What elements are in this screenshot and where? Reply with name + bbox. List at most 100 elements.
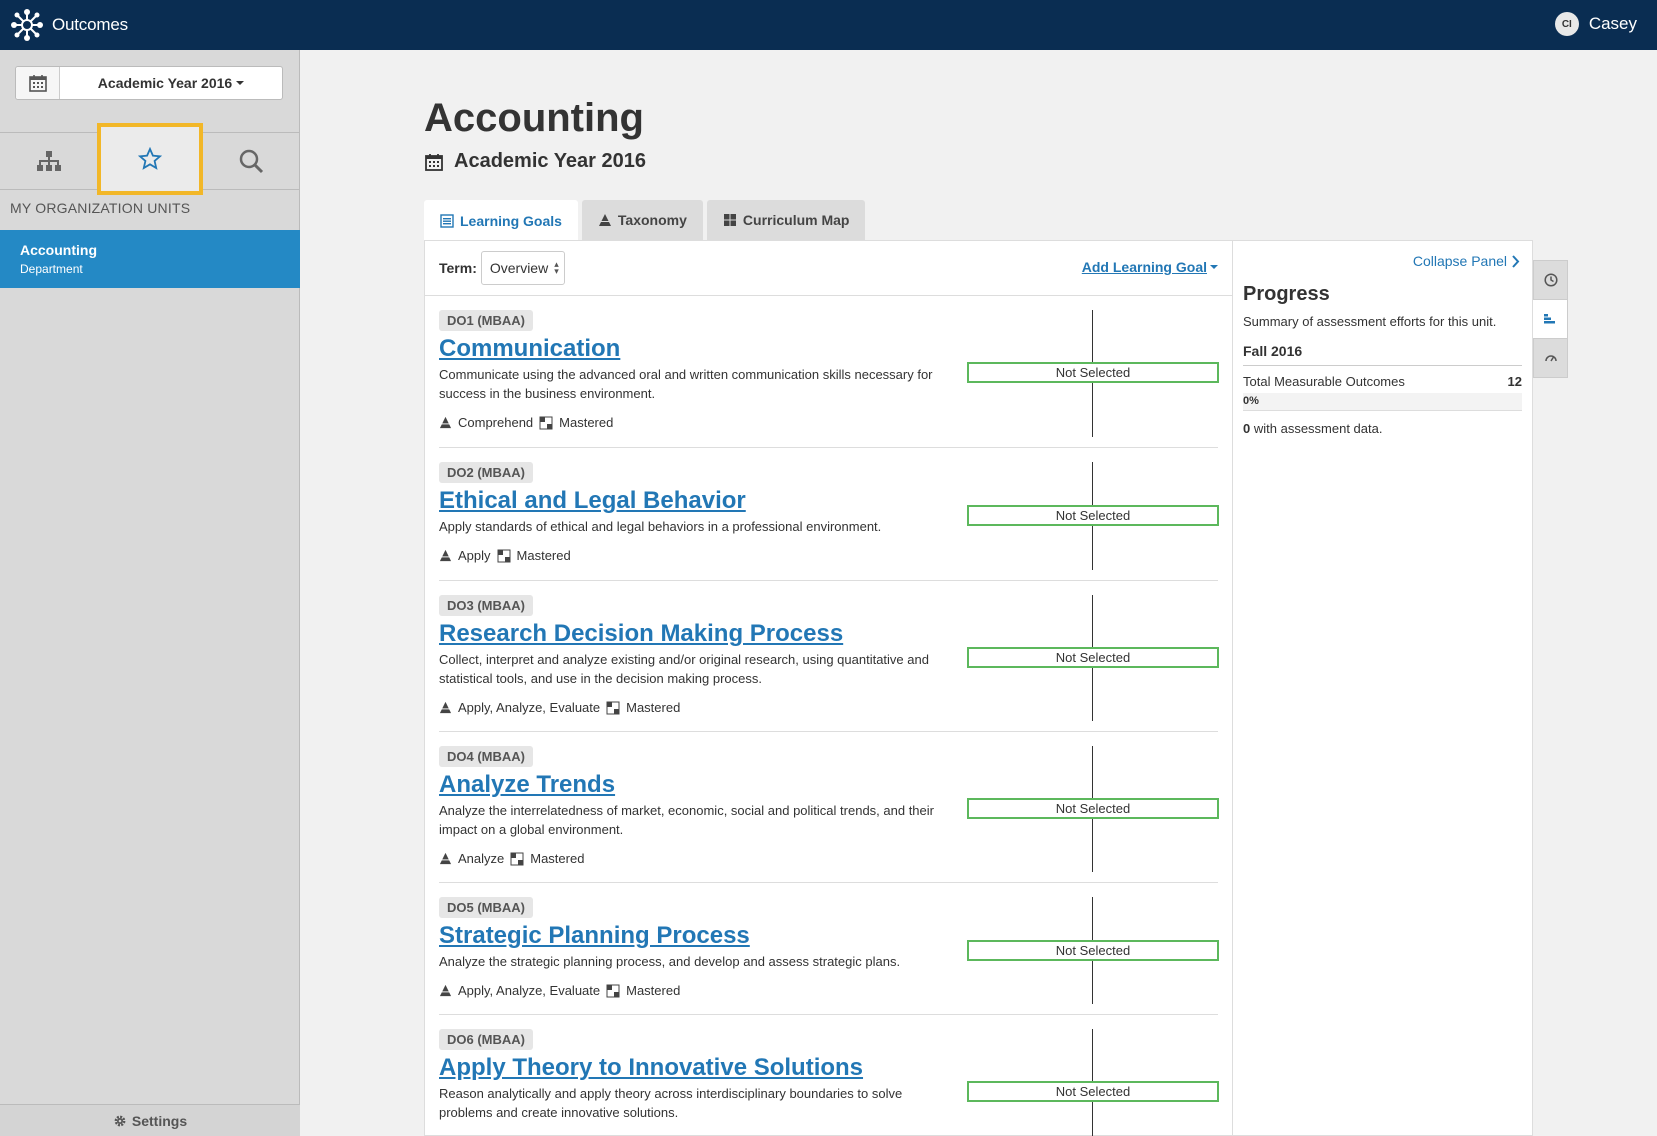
panel-rail (1533, 260, 1568, 378)
caret-down-icon (236, 81, 245, 85)
calendar-icon[interactable] (16, 67, 60, 99)
add-goal-label: Add Learning Goal (1081, 259, 1207, 275)
page-title: Accounting (424, 96, 644, 140)
section-label: MY ORGANIZATION UNITS (10, 200, 191, 216)
goal-taxonomy: Apply, Analyze, Evaluate (458, 983, 601, 998)
goal-taxonomy: Apply, Analyze, Evaluate (458, 700, 601, 715)
settings-button[interactable]: Settings (0, 1104, 300, 1136)
org-unit-type: Department (20, 262, 83, 276)
status-box[interactable]: Not Selected (967, 647, 1219, 668)
caret-down-icon (1210, 265, 1218, 269)
goal-item: DO1 (MBAA) Communication Communicate usi… (439, 296, 1219, 448)
calendar-icon (425, 153, 443, 171)
gauge-icon (1544, 355, 1557, 362)
clock-icon (1543, 273, 1558, 287)
progress-term: Fall 2016 (1243, 343, 1522, 366)
status-box[interactable]: Not Selected (967, 505, 1219, 526)
status-column: Not Selected (967, 595, 1219, 721)
mastery-grid-icon (606, 701, 620, 714)
user-name: Casey (1588, 14, 1637, 33)
top-bar: Outcomes CI Casey (0, 0, 1657, 50)
year-dropdown[interactable]: Academic Year 2016 (60, 67, 282, 99)
pyramid-icon (439, 984, 452, 997)
goal-level: Mastered (559, 415, 614, 430)
assessed-label: with assessment data. (1253, 421, 1383, 436)
progress-title: Progress (1243, 283, 1330, 305)
goal-description: Communicate using the advanced oral and … (439, 367, 933, 401)
goal-code: DO3 (MBAA) (439, 595, 533, 616)
tab-label: Taxonomy (617, 212, 687, 228)
hierarchy-icon (36, 151, 61, 171)
progress-summary: Summary of assessment efforts for this u… (1243, 314, 1497, 329)
total-outcomes-value: 12 (1507, 374, 1522, 389)
assessed-count: 0 (1243, 421, 1251, 436)
goal-description: Analyze the strategic planning process, … (439, 954, 901, 969)
status-box[interactable]: Not Selected (967, 798, 1219, 819)
goal-description: Apply standards of ethical and legal beh… (439, 519, 882, 534)
goals-toolbar: Term: Overview ▴ ▾ Add Learning Goal (425, 241, 1232, 296)
mastery-grid-icon (606, 984, 620, 997)
year-label: Academic Year 2016 (97, 75, 233, 91)
sidebar: Academic Year 2016 MY ORGANIZATION UNITS… (0, 50, 300, 1136)
tab-curriculum-map[interactable]: Curriculum Map (706, 200, 866, 240)
page-subtitle: Academic Year 2016 (424, 150, 646, 173)
pyramid-icon (439, 701, 452, 714)
assessment-count: 0 with assessment data. (1243, 421, 1522, 436)
goal-taxonomy: Apply (458, 548, 491, 563)
mastery-grid-icon (539, 416, 553, 429)
year-selector[interactable]: Academic Year 2016 (15, 66, 283, 100)
star-icon (137, 147, 162, 170)
goal-description: Collect, interpret and analyze existing … (439, 652, 929, 686)
goal-level: Mastered (530, 851, 585, 866)
progress-button[interactable] (1533, 299, 1568, 339)
tab-hierarchy[interactable] (0, 133, 97, 189)
mastery-grid-icon (510, 852, 524, 865)
dashboard-button[interactable] (1533, 338, 1568, 378)
tab-favorites[interactable] (97, 123, 203, 195)
collapse-panel-button[interactable]: Collapse Panel (1413, 253, 1520, 269)
chevron-right-icon (1512, 254, 1520, 268)
gear-icon (114, 1115, 126, 1126)
status-column: Not Selected (967, 310, 1219, 437)
user-menu[interactable]: CI Casey (1554, 12, 1637, 36)
pyramid-icon (439, 549, 452, 562)
org-unit-name: Accounting (20, 242, 97, 258)
goal-code: DO2 (MBAA) (439, 462, 533, 483)
status-box[interactable]: Not Selected (967, 1081, 1219, 1102)
status-box[interactable]: Not Selected (967, 940, 1219, 961)
history-button[interactable] (1533, 260, 1568, 300)
goal-description: Reason analytically and apply theory acr… (439, 1086, 903, 1120)
goal-level: Mastered (626, 983, 681, 998)
status-column: Not Selected (967, 1029, 1219, 1136)
tab-label: Learning Goals (460, 212, 562, 229)
select-arrows-icon: ▴ ▾ (554, 259, 559, 276)
bar-chart-icon (1544, 314, 1555, 324)
pyramid-icon (598, 214, 611, 226)
tab-search[interactable] (203, 133, 300, 189)
app-name: Outcomes (52, 15, 128, 34)
goal-code: DO1 (MBAA) (439, 310, 533, 331)
total-outcomes-label: Total Measurable Outcomes (1243, 374, 1405, 389)
progress-bar: 0% (1243, 393, 1522, 411)
goal-taxonomy: Comprehend (458, 415, 534, 430)
tab-taxonomy[interactable]: Taxonomy (581, 200, 703, 240)
main-tabs: Learning Goals Taxonomy Curriculum Map (424, 200, 866, 241)
add-learning-goal-button[interactable]: Add Learning Goal (1082, 259, 1218, 275)
status-column: Not Selected (967, 897, 1219, 1004)
goal-description: Analyze the interrelatedness of market, … (439, 803, 934, 837)
term-value: Overview (489, 260, 549, 276)
avatar: CI (1554, 12, 1579, 36)
progress-percent: 0% (1243, 395, 1259, 407)
org-unit-item[interactable]: Accounting Department (0, 230, 300, 288)
tab-learning-goals[interactable]: Learning Goals (424, 200, 578, 241)
grid-icon (723, 214, 736, 226)
goal-code: DO5 (MBAA) (439, 897, 533, 918)
outcomes-logo-icon (11, 9, 43, 41)
learning-goals-panel: Term: Overview ▴ ▾ Add Learning Goal DO1 … (424, 240, 1232, 1136)
brand[interactable]: Outcomes (10, 8, 128, 42)
term-select[interactable]: Overview ▴ ▾ (480, 251, 565, 285)
status-box[interactable]: Not Selected (967, 362, 1219, 383)
goal-code: DO4 (MBAA) (439, 746, 533, 767)
goal-item: DO3 (MBAA) Research Decision Making Proc… (439, 581, 1219, 732)
pyramid-icon (439, 416, 452, 429)
